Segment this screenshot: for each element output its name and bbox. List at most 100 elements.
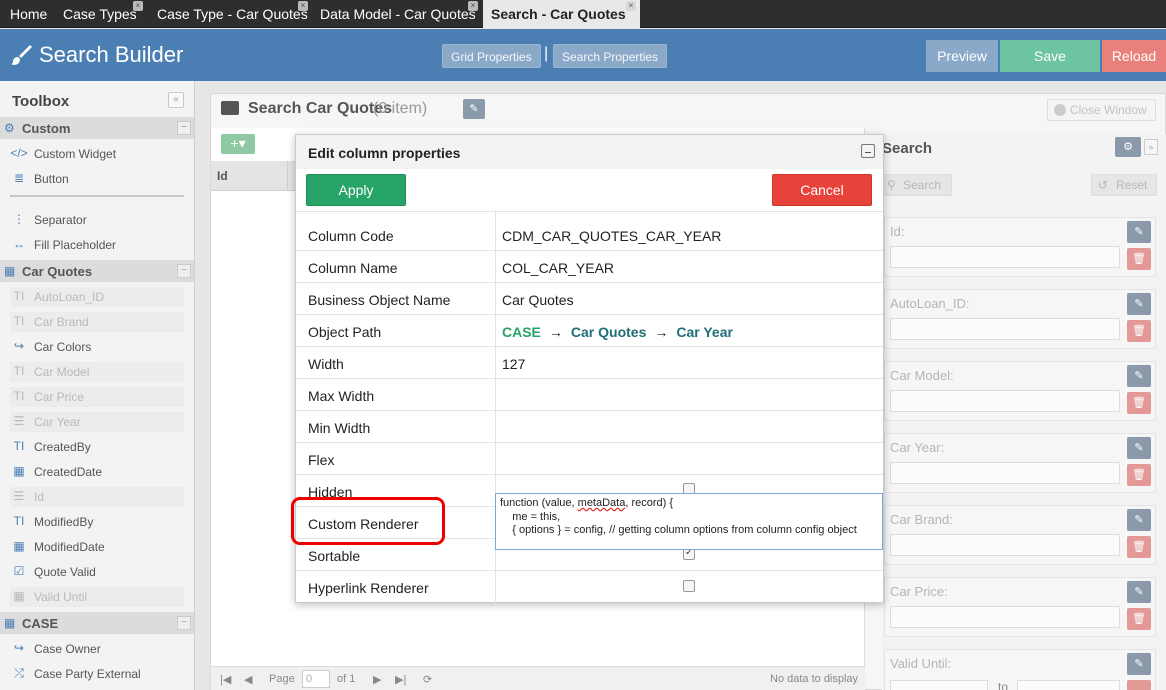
prop-row-max-width: Max Width — [296, 379, 883, 411]
delete-field-button[interactable]: 🗑 — [1127, 608, 1151, 630]
edit-field-button[interactable]: ✎ — [1127, 653, 1151, 675]
prop-row-hyperlink-renderer: Hyperlink Renderer — [296, 571, 883, 603]
delete-field-button[interactable]: 🗑 — [1127, 392, 1151, 414]
edit-title-button[interactable]: ✎ — [463, 99, 485, 119]
toolbox-item-separator[interactable]: ⋮ Separator — [10, 210, 184, 230]
tab-search-car-quotes[interactable]: Search - Car Quotes × — [483, 0, 640, 28]
toolbox-item-custom-widget[interactable]: </> Custom Widget — [10, 144, 184, 164]
collapse-section-icon[interactable]: − — [177, 121, 191, 135]
builder-header: Search Builder Grid Properties | Search … — [0, 29, 1166, 81]
preview-button[interactable]: Preview — [926, 40, 998, 72]
delete-field-button[interactable] — [1127, 680, 1151, 690]
prev-page-icon[interactable]: ◀ — [244, 673, 252, 686]
search-properties-button[interactable]: Search Properties — [553, 44, 668, 68]
refresh-icon[interactable]: ⟳ — [423, 673, 432, 686]
tab-data-model-car-quotes[interactable]: Data Model - Car Quotes × — [320, 0, 478, 28]
checkbox-icon: ☑ — [13, 564, 25, 578]
grid-column-id[interactable]: Id — [217, 169, 228, 183]
minimize-icon[interactable] — [861, 144, 875, 158]
close-icon[interactable]: × — [133, 1, 143, 11]
prop-row-width: Width 127 — [296, 347, 883, 379]
delete-field-button[interactable]: 🗑 — [1127, 320, 1151, 342]
edit-field-button[interactable]: ✎ — [1127, 581, 1151, 603]
database-icon: ≣ — [13, 171, 25, 185]
close-window-button[interactable]: Close Window — [1047, 99, 1156, 121]
toolbox-item-createddate[interactable]: ▦ CreatedDate — [10, 462, 184, 482]
toolbox-item-modifiedby[interactable]: TI ModifiedBy — [10, 512, 184, 532]
tab-case-type-car-quotes[interactable]: Case Type - Car Quotes × — [157, 0, 308, 28]
first-page-icon[interactable]: |◀ — [220, 673, 231, 686]
close-icon[interactable]: × — [626, 1, 636, 11]
toolbox-item-case-owner[interactable]: ↪ Case Owner — [10, 639, 184, 659]
column-code-value[interactable]: CDM_CAR_QUOTES_CAR_YEAR — [502, 228, 721, 244]
search-input-id[interactable] — [890, 246, 1120, 268]
search-input-car-brand[interactable] — [890, 534, 1120, 556]
edit-field-button[interactable]: ✎ — [1127, 437, 1151, 459]
toolbox-item-createdby[interactable]: TI CreatedBy — [10, 437, 184, 457]
edit-field-button[interactable]: ✎ — [1127, 509, 1151, 531]
search-input-valid-until-to[interactable] — [1017, 680, 1120, 690]
apply-button[interactable]: Apply — [306, 174, 406, 206]
brush-icon — [11, 45, 32, 65]
collapse-section-icon[interactable]: − — [177, 264, 191, 278]
text-field-icon: TI — [13, 389, 25, 403]
search-field-car-model: Car Model: ✎ 🗑 — [884, 361, 1156, 421]
edit-field-button[interactable]: ✎ — [1127, 365, 1151, 387]
hyperlink-renderer-checkbox[interactable] — [683, 580, 695, 592]
search-input-car-model[interactable] — [890, 390, 1120, 412]
search-input-valid-until-from[interactable] — [890, 680, 988, 690]
search-input-car-year[interactable] — [890, 462, 1120, 484]
toolbox-item-car-price: TI Car Price — [10, 387, 184, 407]
search-input-car-price[interactable] — [890, 606, 1120, 628]
section-case[interactable]: ▦ CASE − — [0, 612, 194, 634]
custom-renderer-code-editor[interactable]: function (value, metaData, record) { me … — [495, 493, 883, 550]
prop-row-min-width: Min Width — [296, 411, 883, 443]
tab-home[interactable]: Home — [10, 0, 47, 28]
toolbox-item-id: ☰ Id — [10, 487, 184, 507]
delete-field-button[interactable]: 🗑 — [1127, 248, 1151, 270]
close-circle-icon — [1054, 104, 1066, 116]
search-field-autoloan-id: AutoLoan_ID: ✎ 🗑 — [884, 289, 1156, 349]
add-column-button[interactable]: +▾ — [221, 134, 255, 154]
cancel-button[interactable]: Cancel — [772, 174, 872, 206]
toolbox-item-fill-placeholder[interactable]: ↔ Fill Placeholder — [10, 235, 184, 255]
reset-button[interactable]: ↺ Reset — [1091, 174, 1157, 196]
expand-panel-button[interactable]: » — [1144, 139, 1158, 155]
delete-field-button[interactable]: 🗑 — [1127, 536, 1151, 558]
edit-field-button[interactable]: ✎ — [1127, 221, 1151, 243]
object-path-value: CASE → Car Quotes → Car Year — [502, 324, 733, 340]
tab-case-types[interactable]: Case Types × — [63, 0, 143, 28]
toolbox-item-car-brand: TI Car Brand — [10, 312, 184, 332]
section-car-quotes[interactable]: ▦ Car Quotes − — [0, 260, 194, 282]
close-icon[interactable]: × — [298, 1, 308, 11]
settings-gear-button[interactable]: ⚙ — [1115, 137, 1141, 157]
section-custom[interactable]: ⚙ Custom − — [0, 117, 194, 139]
toolbox-item-car-colors[interactable]: ↪ Car Colors — [10, 337, 184, 357]
prop-row-column-code: Column Code CDM_CAR_QUOTES_CAR_YEAR — [296, 219, 883, 251]
search-field-id: Id: ✎ 🗑 — [884, 217, 1156, 277]
search-button[interactable]: ⚲ Search — [880, 174, 952, 196]
toolbox-item-case-party-external[interactable]: ⤮ Case Party External — [10, 664, 184, 684]
width-value[interactable]: 127 — [502, 356, 525, 372]
close-icon[interactable]: × — [468, 1, 478, 11]
edit-field-button[interactable]: ✎ — [1127, 293, 1151, 315]
toolbox-item-button[interactable]: ≣ Button — [10, 169, 184, 189]
collapse-section-icon[interactable]: − — [177, 616, 191, 630]
list-icon: ☰ — [13, 489, 25, 503]
next-page-icon[interactable]: ▶ — [373, 673, 381, 686]
delete-field-button[interactable]: 🗑 — [1127, 464, 1151, 486]
reload-button[interactable]: Reload — [1102, 40, 1166, 72]
page-input[interactable]: 0 — [302, 670, 330, 688]
toolbox-item-modifieddate[interactable]: ▦ ModifiedDate — [10, 537, 184, 557]
grid-properties-button[interactable]: Grid Properties — [442, 44, 541, 68]
custom-renderer-highlight — [291, 497, 445, 545]
dialog-divider — [296, 211, 883, 212]
last-page-icon[interactable]: ▶| — [395, 673, 406, 686]
collapse-toolbox-button[interactable]: « — [168, 92, 184, 108]
toolbox-item-quote-valid[interactable]: ☑ Quote Valid — [10, 562, 184, 582]
column-name-value[interactable]: COL_CAR_YEAR — [502, 260, 614, 276]
toolbox-item-autoloan-id: TI AutoLoan_ID — [10, 287, 184, 307]
business-object-name-value[interactable]: Car Quotes — [502, 292, 574, 308]
save-button[interactable]: Save — [1000, 40, 1100, 72]
search-input-autoloan-id[interactable] — [890, 318, 1120, 340]
